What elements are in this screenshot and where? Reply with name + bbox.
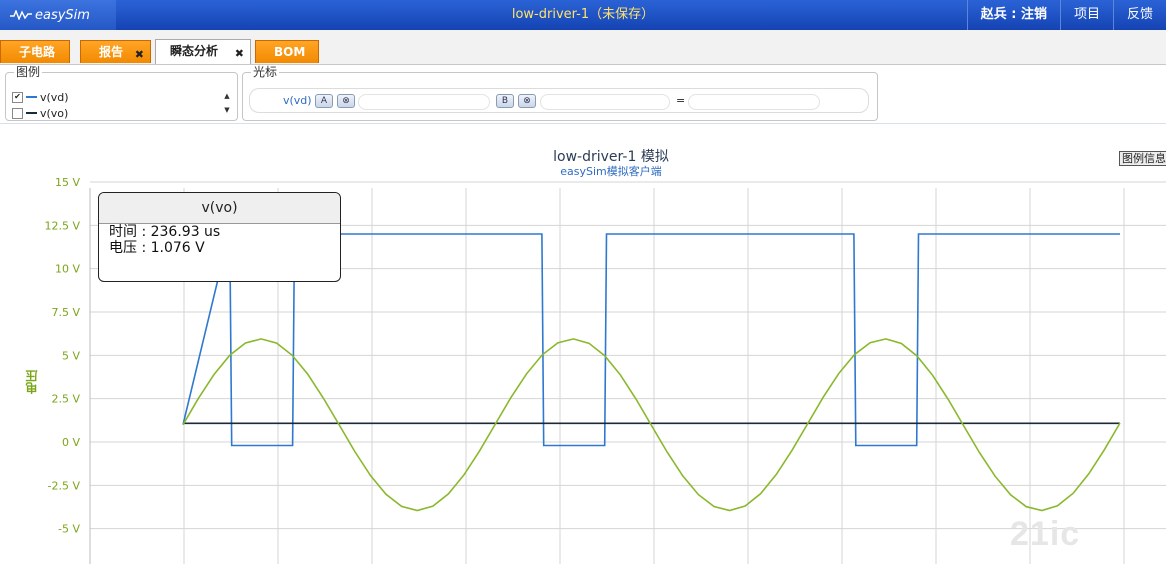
y-tick-label: 5 V — [62, 349, 80, 362]
tooltip-time: 时间 : 236.93 us — [109, 224, 221, 240]
y-tick-label: 0 V — [62, 436, 80, 449]
y-tick-label: -2.5 V — [48, 479, 81, 492]
series-line — [182, 338, 1121, 512]
y-axis-label: 电压 — [25, 370, 39, 394]
tooltip-voltage: 电压 : 1.076 V — [109, 240, 205, 256]
data-tooltip: v(vo) 时间 : 236.93 us 电压 : 1.076 V — [98, 192, 341, 282]
legend-info-button[interactable]: 图例信息 — [1119, 151, 1166, 166]
watermark: 21ic — [1010, 515, 1081, 553]
chart-subtitle: easySim模拟客户端 — [560, 165, 662, 178]
y-tick-label: 10 V — [55, 263, 80, 276]
tooltip-title: v(vo) — [99, 193, 340, 224]
y-tick-label: -5 V — [58, 523, 80, 536]
y-tick-label: 12.5 V — [44, 219, 80, 232]
waveform-plot[interactable]: 15 V12.5 V10 V7.5 V5 V2.5 V0 V-2.5 V-5 V — [0, 0, 1166, 564]
y-tick-label: 7.5 V — [51, 306, 80, 319]
y-tick-label: 2.5 V — [51, 393, 80, 406]
